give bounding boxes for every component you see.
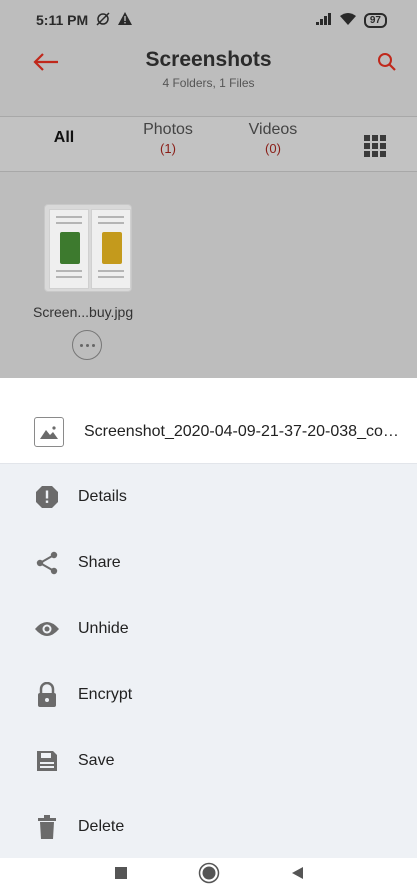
- file-name[interactable]: Screen...buy.jpg: [33, 304, 133, 320]
- back-button-icon[interactable]: [290, 866, 304, 885]
- recents-button-icon[interactable]: [114, 866, 128, 885]
- system-nav-bar: [0, 858, 417, 892]
- tab-label: Videos: [248, 121, 298, 138]
- alarm-off-icon: [96, 11, 110, 29]
- info-icon: [34, 484, 60, 510]
- sheet-header: Screenshot_2020-04-09-21-37-20-038_com.e…: [0, 400, 417, 464]
- menu-item-encrypt[interactable]: Encrypt: [0, 662, 417, 728]
- more-options-button[interactable]: [72, 330, 102, 360]
- menu-item-share[interactable]: Share: [0, 530, 417, 596]
- menu-item-delete[interactable]: Delete: [0, 794, 417, 860]
- tab-label: All: [53, 129, 75, 146]
- menu-label: Unhide: [78, 620, 129, 637]
- status-time: 5:11 PM: [36, 12, 89, 28]
- menu-label: Share: [78, 554, 121, 571]
- status-bar: 5:11 PM 97: [0, 0, 417, 40]
- app-header: Screenshots 4 Folders, 1 Files: [0, 40, 417, 100]
- tab-count: (1): [160, 141, 176, 156]
- sheet-filename: Screenshot_2020-04-09-21-37-20-038_com.e…: [84, 422, 410, 440]
- signal-icon: [315, 12, 332, 28]
- file-thumbnail[interactable]: [44, 204, 132, 292]
- menu-label: Delete: [78, 818, 125, 835]
- tab-count: (0): [265, 141, 281, 156]
- trash-icon: [34, 814, 60, 840]
- battery-icon: 97: [363, 12, 387, 28]
- tab-bar: All Photos (1) Videos (0): [0, 116, 417, 172]
- tab-photos[interactable]: Photos (1): [118, 121, 218, 156]
- page-title: Screenshots: [145, 48, 272, 71]
- search-icon[interactable]: [369, 46, 405, 78]
- eye-icon: [34, 616, 60, 642]
- menu-item-save[interactable]: Save: [0, 728, 417, 794]
- share-icon: [34, 550, 60, 576]
- page-subtitle: 4 Folders, 1 Files: [162, 76, 255, 90]
- tab-label: Photos: [143, 121, 193, 138]
- save-icon: [34, 748, 60, 774]
- menu-label: Details: [78, 488, 127, 505]
- grid-view-icon[interactable]: [364, 135, 386, 157]
- tab-videos[interactable]: Videos (0): [223, 121, 323, 156]
- lock-icon: [34, 682, 60, 708]
- menu-label: Encrypt: [78, 686, 133, 703]
- title-block: Screenshots 4 Folders, 1 Files: [0, 48, 417, 90]
- background-screen: 5:11 PM 97 Screenshots 4 Folders, 1 File…: [0, 0, 417, 378]
- warning-icon: [118, 12, 133, 28]
- menu-label: Save: [78, 752, 115, 769]
- wifi-icon: [339, 12, 356, 28]
- bottom-sheet: Screenshot_2020-04-09-21-37-20-038_com.e…: [0, 400, 417, 858]
- home-button-icon[interactable]: [198, 862, 220, 889]
- tab-all[interactable]: All: [14, 121, 114, 147]
- menu-item-unhide[interactable]: Unhide: [0, 596, 417, 662]
- menu-item-details[interactable]: Details: [0, 464, 417, 530]
- image-file-icon: [34, 416, 64, 447]
